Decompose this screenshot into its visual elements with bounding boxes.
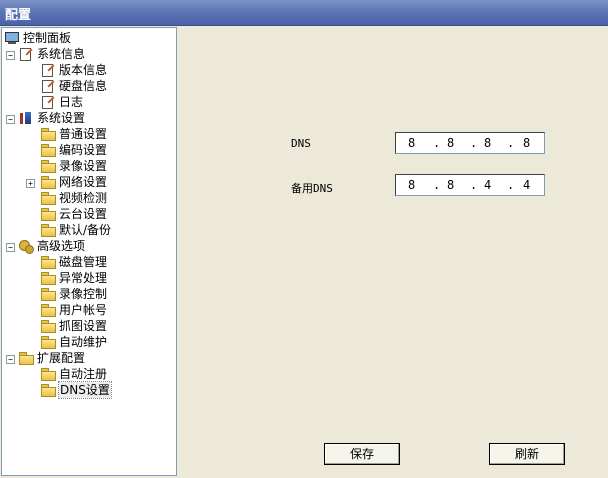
ip-dot: . bbox=[470, 136, 478, 150]
tree-label: 高级选项 bbox=[37, 239, 86, 253]
tree-item-ptz[interactable]: 云台设置 bbox=[40, 206, 107, 222]
ip-octet[interactable]: 8 bbox=[447, 136, 454, 150]
tree-item-record-control[interactable]: 录像控制 bbox=[40, 286, 107, 302]
tree-label: 云台设置 bbox=[59, 207, 108, 221]
ip-dot: . bbox=[507, 178, 515, 192]
tree-item-disk-manage[interactable]: 磁盘管理 bbox=[40, 254, 107, 270]
tree-label: 版本信息 bbox=[59, 63, 108, 77]
ip-dot: . bbox=[433, 136, 441, 150]
collapse-icon[interactable]: − bbox=[6, 51, 15, 60]
tree-label: 抓图设置 bbox=[59, 319, 108, 333]
collapse-icon[interactable]: − bbox=[6, 355, 15, 364]
tree-item-exception[interactable]: 异常处理 bbox=[40, 270, 107, 286]
tree-label: 磁盘管理 bbox=[59, 255, 108, 269]
tree-item-record[interactable]: 录像设置 bbox=[40, 158, 107, 174]
dns-ip-input[interactable]: 8 . 8 . 8 . 8 bbox=[395, 132, 545, 154]
folder-icon bbox=[18, 351, 34, 365]
folder-icon bbox=[40, 175, 56, 189]
computer-icon bbox=[4, 31, 20, 45]
tree-node-system-info[interactable]: 系统信息 bbox=[18, 46, 85, 62]
secondary-dns-label: 备用DNS bbox=[291, 182, 333, 195]
tree-label: 默认/备份 bbox=[59, 223, 112, 237]
tree-label: 硬盘信息 bbox=[59, 79, 108, 93]
open-folder-icon bbox=[40, 383, 56, 397]
edit-document-icon bbox=[40, 79, 56, 93]
ip-octet[interactable]: 8 bbox=[408, 178, 415, 192]
folder-icon bbox=[40, 335, 56, 349]
expand-icon[interactable]: + bbox=[26, 179, 35, 188]
title-bar: 配置 bbox=[0, 0, 608, 26]
tree-item-encode[interactable]: 编码设置 bbox=[40, 142, 107, 158]
tree-label: 日志 bbox=[59, 95, 84, 109]
edit-document-icon bbox=[40, 63, 56, 77]
tree-label: 录像设置 bbox=[59, 159, 108, 173]
dns-label: DNS bbox=[291, 137, 311, 150]
save-button[interactable]: 保存 bbox=[324, 443, 400, 465]
window-title: 配置 bbox=[5, 8, 32, 23]
edit-document-icon bbox=[18, 47, 34, 61]
tree-item-user-account[interactable]: 用户帐号 bbox=[40, 302, 107, 318]
folder-icon bbox=[40, 159, 56, 173]
ip-octet[interactable]: 8 bbox=[408, 136, 415, 150]
tree-item-general[interactable]: 普通设置 bbox=[40, 126, 107, 142]
tree-node-advanced[interactable]: 高级选项 bbox=[18, 238, 85, 254]
tree-item-version-info[interactable]: 版本信息 bbox=[40, 62, 107, 78]
ip-octet[interactable]: 4 bbox=[484, 178, 491, 192]
ip-octet[interactable]: 4 bbox=[523, 178, 530, 192]
tree-label: 系统信息 bbox=[37, 47, 86, 61]
ip-octet[interactable]: 8 bbox=[523, 136, 530, 150]
folder-icon bbox=[40, 255, 56, 269]
tree-label: 视频检测 bbox=[59, 191, 108, 205]
folder-icon bbox=[40, 223, 56, 237]
folder-icon bbox=[40, 191, 56, 205]
tree-node-control-panel[interactable]: 控制面板 bbox=[4, 30, 71, 46]
folder-icon bbox=[40, 271, 56, 285]
tools-icon bbox=[18, 111, 34, 125]
tree-label: 扩展配置 bbox=[37, 351, 86, 365]
ip-octet[interactable]: 8 bbox=[447, 178, 454, 192]
gears-icon bbox=[18, 239, 34, 254]
tree-label: 自动注册 bbox=[59, 367, 108, 381]
config-tree[interactable]: 控制面板 − 系统信息 版本信息 硬盘信息 日志 − 系统设置 普通设置 编码设… bbox=[1, 27, 177, 476]
tree-label: 网络设置 bbox=[59, 175, 108, 189]
tree-label: 录像控制 bbox=[59, 287, 108, 301]
edit-document-icon bbox=[40, 95, 56, 109]
tree-label: 自动维护 bbox=[59, 335, 108, 349]
tree-node-extended[interactable]: 扩展配置 bbox=[18, 350, 85, 366]
tree-label: DNS设置 bbox=[58, 381, 112, 399]
tree-item-default-backup[interactable]: 默认/备份 bbox=[40, 222, 111, 238]
tree-item-snapshot[interactable]: 抓图设置 bbox=[40, 318, 107, 334]
tree-item-log[interactable]: 日志 bbox=[40, 94, 83, 110]
folder-icon bbox=[40, 287, 56, 301]
folder-icon bbox=[40, 367, 56, 381]
tree-item-auto-register[interactable]: 自动注册 bbox=[40, 366, 107, 382]
tree-label: 系统设置 bbox=[37, 111, 86, 125]
folder-icon bbox=[40, 319, 56, 333]
folder-icon bbox=[40, 143, 56, 157]
tree-label: 普通设置 bbox=[59, 127, 108, 141]
folder-icon bbox=[40, 207, 56, 221]
folder-icon bbox=[40, 303, 56, 317]
tree-label: 异常处理 bbox=[59, 271, 108, 285]
tree-item-network[interactable]: 网络设置 bbox=[40, 174, 107, 190]
ip-dot: . bbox=[433, 178, 441, 192]
ip-dot: . bbox=[507, 136, 515, 150]
collapse-icon[interactable]: − bbox=[6, 243, 15, 252]
ip-dot: . bbox=[470, 178, 478, 192]
tree-label: 用户帐号 bbox=[59, 303, 108, 317]
tree-label: 编码设置 bbox=[59, 143, 108, 157]
refresh-button[interactable]: 刷新 bbox=[489, 443, 565, 465]
tree-item-disk-info[interactable]: 硬盘信息 bbox=[40, 78, 107, 94]
folder-icon bbox=[40, 127, 56, 141]
ip-octet[interactable]: 8 bbox=[484, 136, 491, 150]
tree-item-motion-detect[interactable]: 视频检测 bbox=[40, 190, 107, 206]
secondary-dns-ip-input[interactable]: 8 . 8 . 4 . 4 bbox=[395, 174, 545, 196]
collapse-icon[interactable]: − bbox=[6, 115, 15, 124]
tree-label: 控制面板 bbox=[23, 31, 72, 45]
tree-item-auto-maintain[interactable]: 自动维护 bbox=[40, 334, 107, 350]
tree-node-system-settings[interactable]: 系统设置 bbox=[18, 110, 85, 126]
tree-item-dns-settings[interactable]: DNS设置 bbox=[40, 381, 112, 399]
